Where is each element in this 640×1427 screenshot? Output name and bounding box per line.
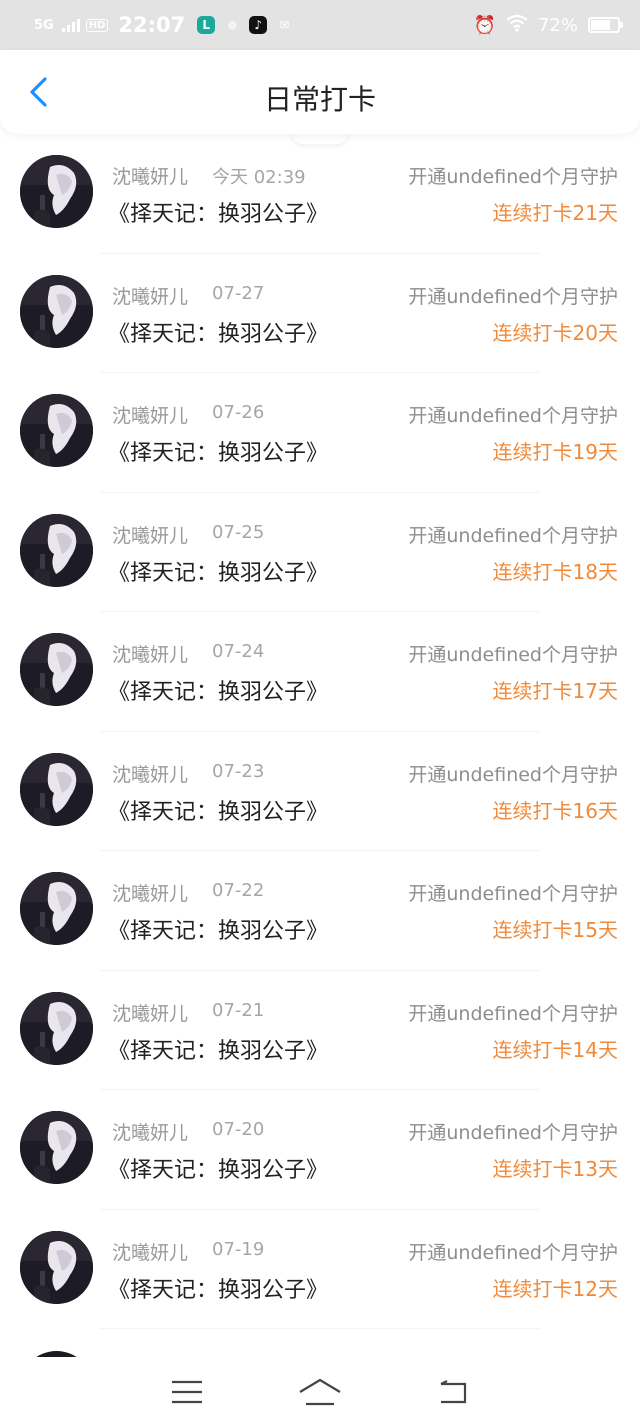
battery-percent: 72% xyxy=(537,14,578,36)
status-right: ⏰ 72% xyxy=(473,14,623,37)
checkin-row[interactable]: 沈曦妍儿 07-19 开通undefined个月守护《择天记：换羽公子》 连续打卡12… xyxy=(0,1210,640,1330)
checkin-row[interactable]: 沈曦妍儿 07-23 开通undefined个月守护《择天记：换羽公子》 连续打卡16… xyxy=(0,732,640,852)
checkin-date: 07-27 xyxy=(212,282,265,304)
guard-status: 开通undefined个月守护 xyxy=(408,166,618,188)
status-bar: 5G HD 22:07 L ⊚ ♪ ✉ ⏰ 72% xyxy=(0,0,640,50)
avatar[interactable] xyxy=(20,991,93,1065)
netease-music-icon: ⊚ xyxy=(227,18,238,32)
book-title: 《择天记：换羽公子》 xyxy=(108,1277,329,1303)
book-title: 《择天记：换羽公子》 xyxy=(108,680,329,705)
guard-status: 开通undefined个月守护 xyxy=(408,405,618,427)
guard-status: 开通undefined个月守护 xyxy=(408,883,618,905)
status-left: 5G HD 22:07 L ⊚ ♪ ✉ xyxy=(34,13,293,37)
guard-status: 开通undefined个月守护 xyxy=(408,1002,618,1025)
avatar[interactable] xyxy=(20,513,93,587)
avatar[interactable] xyxy=(20,1111,93,1184)
checkin-row[interactable]: 沈曦妍儿 07-20 开通undefined个月守护《择天记：换羽公子》 连续打卡13… xyxy=(0,1090,640,1210)
user-name: 沈曦妍儿 xyxy=(112,883,189,905)
user-name: 沈曦妍儿 xyxy=(112,763,189,786)
checkin-date: 07-23 xyxy=(212,760,265,782)
vpn-app-icon: L xyxy=(197,16,216,34)
streak-count: 连续打卡16天 xyxy=(492,798,618,823)
checkin-date: 07-26 xyxy=(212,402,265,423)
message-app-icon: ✉ xyxy=(279,18,290,32)
user-name: 沈曦妍儿 xyxy=(112,405,189,427)
back-icon xyxy=(440,1380,467,1404)
checkin-row[interactable]: 沈曦妍儿 07-25 开通undefined个月守护《择天记：换羽公子》 连续打卡18… xyxy=(0,493,640,613)
guard-status: 开通undefined个月守护 xyxy=(408,644,618,666)
book-title: 《择天记：换羽公子》 xyxy=(108,560,329,586)
avatar[interactable] xyxy=(20,1230,93,1304)
checkin-date: 07-20 xyxy=(212,1119,265,1140)
book-title: 《择天记：换羽公子》 xyxy=(108,799,329,825)
checkin-row[interactable]: 沈曦妍儿 今天 02:39 开通undefined个月守护《择天记：换羽公子》 连续打… xyxy=(0,134,640,254)
user-name: 沈曦妍儿 xyxy=(112,166,189,188)
user-name: 沈曦妍儿 xyxy=(112,524,189,547)
hd-badge: HD xyxy=(85,18,109,32)
avatar[interactable] xyxy=(20,872,93,945)
home-button[interactable] xyxy=(295,1372,345,1412)
guard-status: 开通undefined个月守护 xyxy=(408,524,618,547)
avatar[interactable] xyxy=(20,752,93,826)
streak-count: 连续打卡13天 xyxy=(492,1157,618,1181)
streak-count: 连续打卡12天 xyxy=(492,1276,618,1301)
guard-status: 开通undefined个月守护 xyxy=(408,1241,618,1264)
menu-button[interactable] xyxy=(162,1372,212,1412)
battery-icon xyxy=(588,17,623,33)
streak-count: 连续打卡21天 xyxy=(492,201,618,225)
signal-bars-icon xyxy=(61,18,80,32)
streak-count: 连续打卡19天 xyxy=(492,440,618,464)
book-title: 《择天记：换羽公子》 xyxy=(108,1038,329,1064)
menu-icon xyxy=(171,1380,202,1404)
user-name: 沈曦妍儿 xyxy=(112,644,189,666)
book-title: 《择天记：换羽公子》 xyxy=(108,1158,329,1183)
checkin-date: 07-22 xyxy=(212,880,265,901)
streak-count: 连续打卡14天 xyxy=(492,1037,618,1062)
streak-count: 连续打卡15天 xyxy=(492,918,618,942)
book-title: 《择天记：换羽公子》 xyxy=(108,321,329,347)
checkin-row[interactable]: 沈曦妍儿 07-24 开通undefined个月守护《择天记：换羽公子》 连续打卡17… xyxy=(0,612,640,732)
avatar[interactable] xyxy=(20,155,93,228)
book-title: 《择天记：换羽公子》 xyxy=(108,919,329,944)
streak-count: 连续打卡18天 xyxy=(492,559,618,584)
notification-icons: L ⊚ ♪ ✉ xyxy=(197,16,293,34)
avatar[interactable] xyxy=(20,394,93,467)
user-name: 沈曦妍儿 xyxy=(112,1241,189,1264)
home-icon xyxy=(299,1378,341,1406)
streak-count: 连续打卡17天 xyxy=(492,679,618,703)
checkin-row[interactable]: 沈曦妍儿 07-21 开通undefined个月守护《择天记：换羽公子》 连续打卡14… xyxy=(0,971,640,1091)
user-name: 沈曦妍儿 xyxy=(112,1122,189,1144)
avatar[interactable] xyxy=(20,633,93,706)
checkin-date: 07-24 xyxy=(212,641,265,662)
book-title: 《择天记：换羽公子》 xyxy=(108,202,329,227)
page-title: 日常打卡 xyxy=(263,83,376,116)
checkin-date: 07-21 xyxy=(212,999,265,1021)
guard-status: 开通undefined个月守护 xyxy=(408,1122,618,1144)
user-name: 沈曦妍儿 xyxy=(112,285,189,308)
network-type: 5G xyxy=(34,17,54,33)
tiktok-icon: ♪ xyxy=(249,16,268,34)
checkin-row[interactable]: 沈曦妍儿 07-27 开通undefined个月守护《择天记：换羽公子》 连续打卡20… xyxy=(0,254,640,374)
alarm-icon: ⏰ xyxy=(473,14,496,36)
battery-fill xyxy=(591,20,610,30)
checkin-date: 07-25 xyxy=(212,521,265,543)
system-back-button[interactable] xyxy=(428,1372,478,1412)
app-header: 日常打卡 xyxy=(0,50,640,134)
guard-status: 开通undefined个月守护 xyxy=(408,285,618,308)
guard-status: 开通undefined个月守护 xyxy=(408,763,618,786)
checkin-date: 07-19 xyxy=(212,1238,265,1260)
bottom-nav-bar xyxy=(0,1357,640,1427)
avatar[interactable] xyxy=(20,274,93,348)
wifi-icon xyxy=(506,14,528,37)
streak-count: 连续打卡20天 xyxy=(492,320,618,345)
user-name: 沈曦妍儿 xyxy=(112,1002,189,1025)
book-title: 《择天记：换羽公子》 xyxy=(108,441,329,466)
checkin-date: 今天 02:39 xyxy=(212,167,306,188)
checkin-list: 沈曦妍儿 今天 02:39 开通undefined个月守护 《择天记：换羽公子》 连续打… xyxy=(0,134,640,1329)
status-time: 22:07 xyxy=(118,13,186,37)
checkin-row[interactable]: 沈曦妍儿 07-22 开通undefined个月守护《择天记：换羽公子》 连续打卡15… xyxy=(0,851,640,971)
checkin-row[interactable]: 沈曦妍儿 07-26 开通undefined个月守护《择天记：换羽公子》 连续打卡19… xyxy=(0,373,640,493)
